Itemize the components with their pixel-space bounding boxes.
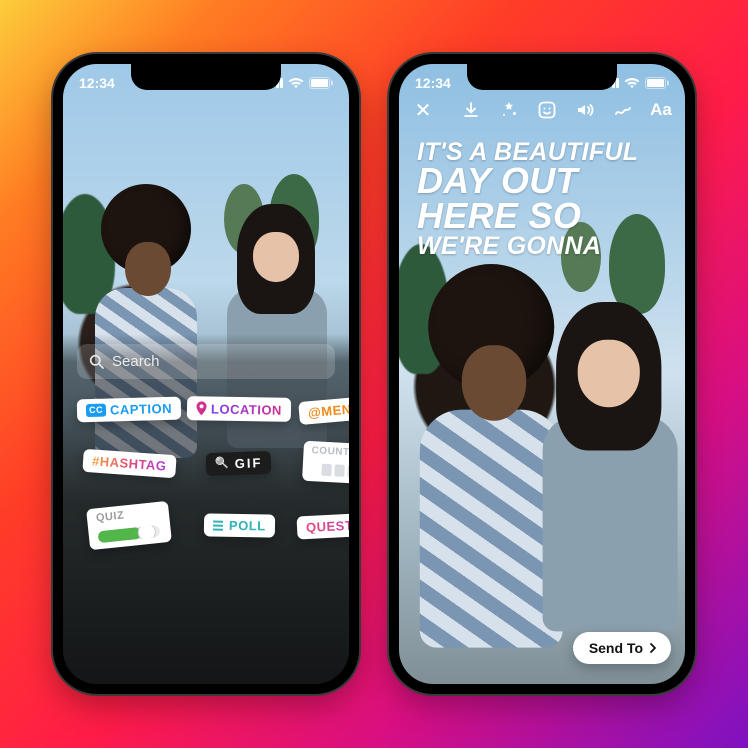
search-icon: [89, 354, 104, 369]
story-toolbar: ✕ Aa: [399, 100, 685, 120]
sound-icon[interactable]: [575, 100, 595, 120]
text-tool-icon[interactable]: Aa: [651, 100, 671, 120]
sticker-questions-label: QUESTIONS: [306, 517, 349, 534]
status-time: 12:34: [79, 75, 115, 91]
sticker-location[interactable]: LOCATION: [187, 396, 291, 422]
sticker-gif-label: GIF: [235, 456, 263, 470]
sticker-poll[interactable]: POLL: [203, 513, 274, 537]
cc-badge-icon: CC: [86, 403, 106, 417]
countdown-digits-icon: [321, 464, 349, 479]
sticker-questions[interactable]: QUESTIONS: [296, 511, 349, 539]
sticker-countdown-label: COUNTDOWN: [311, 446, 349, 460]
location-pin-icon: [196, 401, 207, 415]
sticker-mention[interactable]: @MENTION: [298, 393, 349, 424]
caption-line-2: DAY OUT: [417, 164, 667, 199]
sticker-drawer[interactable]: Search CC CAPTION LOCATION @MENTION: [63, 334, 349, 684]
battery-icon: [645, 77, 669, 89]
sticker-location-label: LOCATION: [211, 402, 282, 416]
sticker-mention-label: @MENTION: [308, 399, 349, 419]
quiz-slider-icon: [97, 525, 160, 543]
sticker-icon[interactable]: [537, 100, 557, 120]
sticker-caption[interactable]: CC CAPTION: [77, 396, 182, 422]
caption-line-3: HERE SO: [417, 199, 667, 234]
chevron-right-icon: [647, 642, 659, 654]
sticker-countdown[interactable]: COUNTDOWN: [302, 441, 349, 486]
send-to-label: Send To: [589, 640, 643, 656]
status-time: 12:34: [415, 75, 451, 91]
poll-lines-icon: [213, 520, 223, 530]
sticker-search[interactable]: Search: [77, 344, 335, 379]
wifi-icon: [288, 77, 304, 89]
search-placeholder: Search: [112, 353, 160, 370]
sticker-gif[interactable]: 🔍 GIF: [206, 450, 272, 475]
sticker-hashtag[interactable]: #HASHTAG: [82, 448, 176, 477]
sticker-poll-label: POLL: [229, 519, 266, 533]
effects-icon[interactable]: [499, 100, 519, 120]
download-icon[interactable]: [461, 100, 481, 120]
wifi-icon: [624, 77, 640, 89]
caption-line-4: WE'RE GONNA: [417, 234, 667, 258]
caption-overlay[interactable]: IT'S A BEAUTIFUL DAY OUT HERE SO WE'RE G…: [417, 140, 667, 258]
sticker-hashtag-label: #HASHTAG: [91, 454, 166, 472]
gif-search-icon: 🔍: [215, 458, 231, 470]
battery-icon: [309, 77, 333, 89]
send-to-button[interactable]: Send To: [573, 632, 671, 664]
sticker-quiz[interactable]: QUIZ: [86, 501, 172, 550]
sticker-caption-label: CAPTION: [110, 401, 172, 416]
sticker-quiz-label: QUIZ: [96, 510, 125, 524]
close-icon[interactable]: ✕: [413, 100, 433, 120]
phone-mockup-caption: 12:34 ✕: [389, 54, 695, 694]
gradient-background: 12:34 Search: [0, 0, 748, 748]
phone-mockup-stickers: 12:34 Search: [53, 54, 359, 694]
draw-icon[interactable]: [613, 100, 633, 120]
